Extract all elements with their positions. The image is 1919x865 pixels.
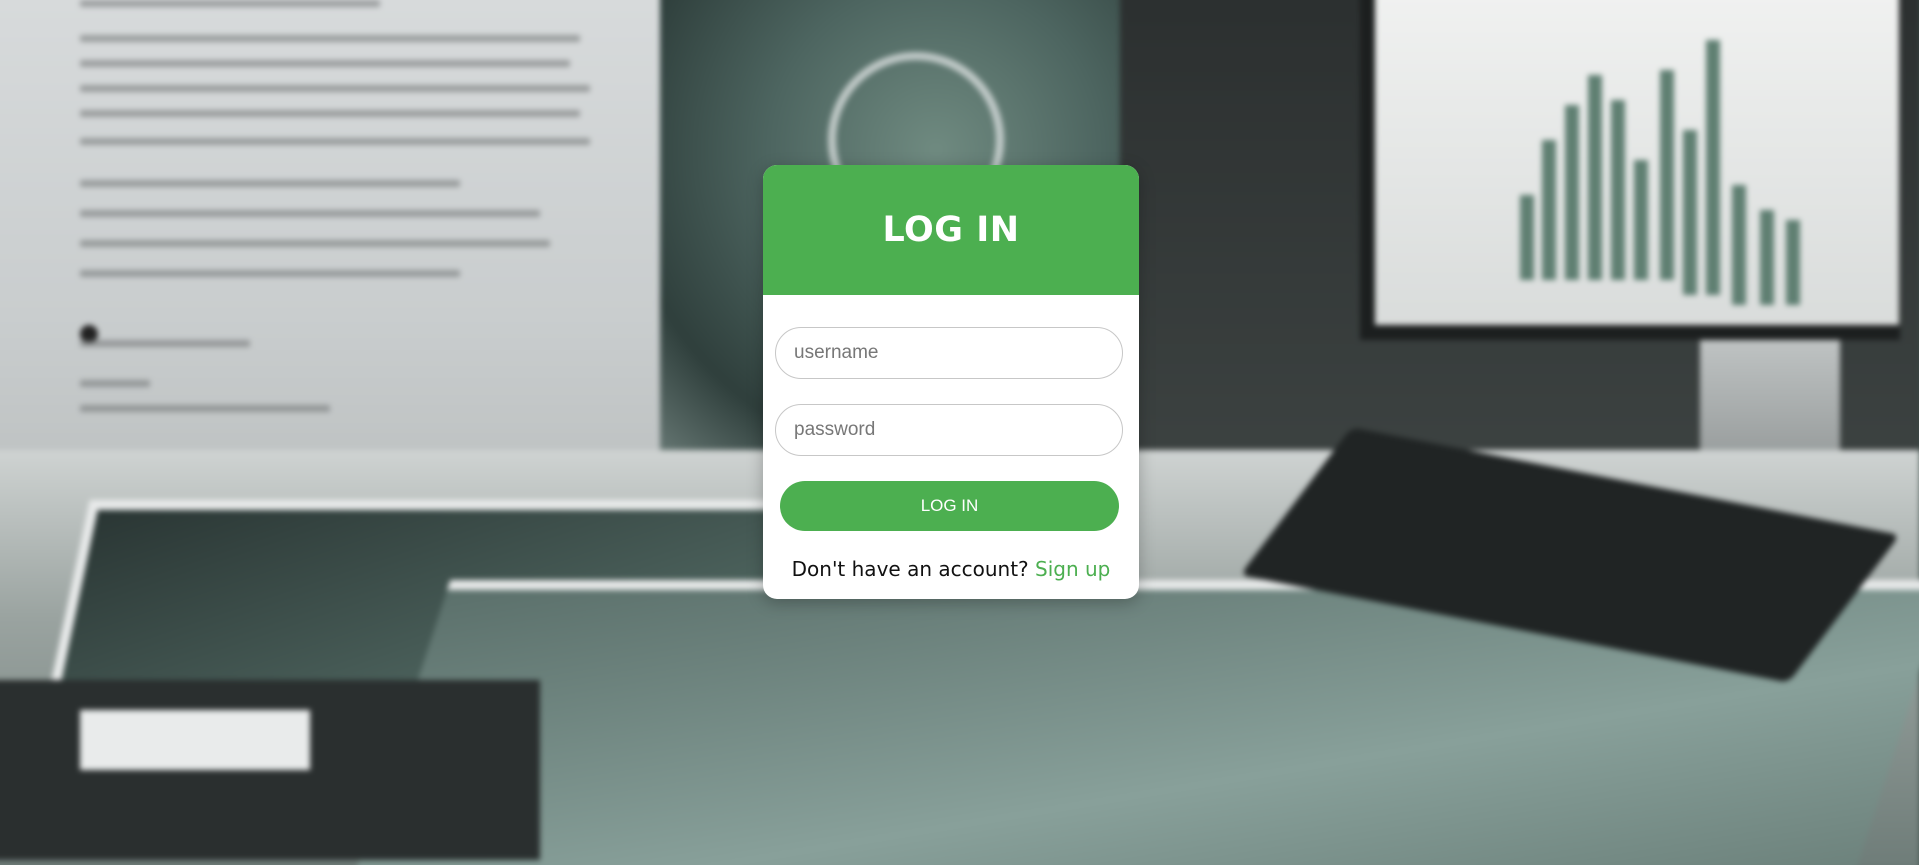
signup-prompt-text: Don't have an account? bbox=[791, 557, 1029, 581]
password-input[interactable] bbox=[775, 404, 1123, 456]
login-header: LOG IN bbox=[763, 165, 1139, 295]
login-card: LOG IN LOG IN Don't have an account? Sig… bbox=[763, 165, 1139, 599]
login-title: LOG IN bbox=[882, 210, 1020, 250]
signup-link[interactable]: Sign up bbox=[1035, 557, 1110, 581]
login-button[interactable]: LOG IN bbox=[780, 481, 1119, 531]
username-input[interactable] bbox=[775, 327, 1123, 379]
login-form: LOG IN Don't have an account? Sign up bbox=[763, 295, 1139, 581]
signup-prompt-line: Don't have an account? Sign up bbox=[775, 557, 1127, 581]
